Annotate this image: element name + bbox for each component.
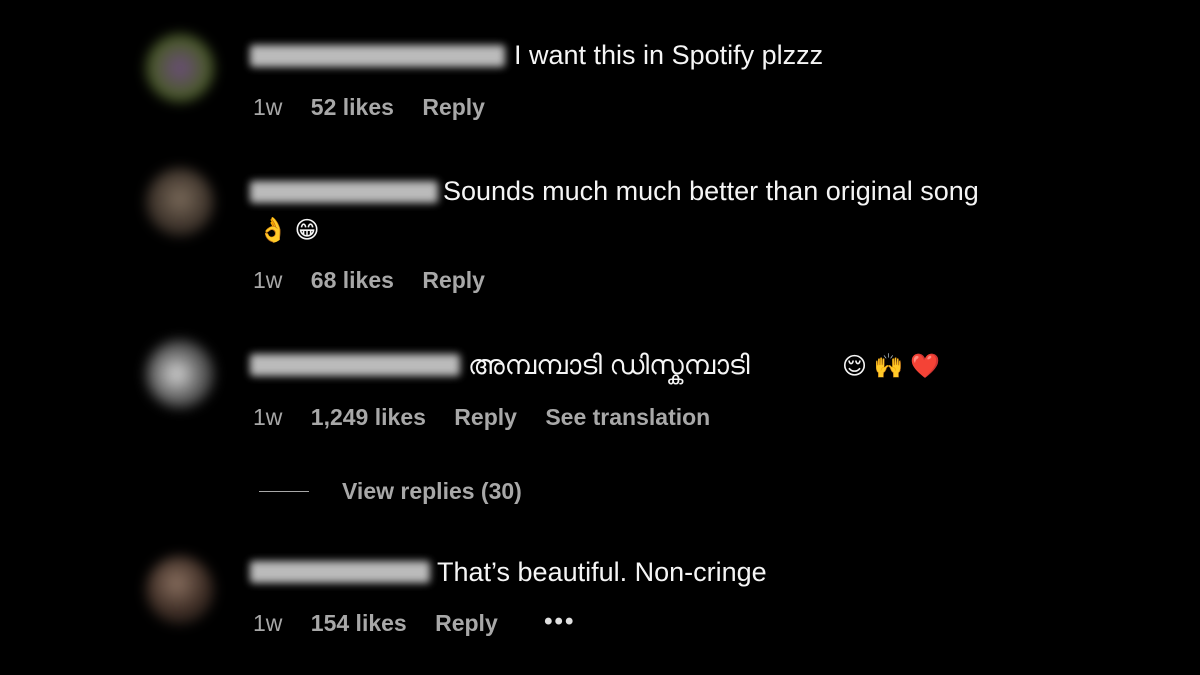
comment-text: അമ്പമ്പാടി ഡിസ്കമ്പാടി (468, 350, 750, 380)
reply-button[interactable]: Reply (422, 94, 485, 120)
reply-button[interactable]: Reply (435, 610, 498, 636)
likes-count[interactable]: 68 likes (311, 267, 394, 293)
comment-time: 1w (253, 267, 283, 293)
comment-meta: 1w 1,249 likes Reply See translation (253, 404, 732, 431)
avatar[interactable] (146, 340, 214, 408)
likes-count[interactable]: 1,249 likes (311, 404, 426, 430)
username-blurred[interactable] (250, 181, 438, 203)
comment-time: 1w (253, 610, 283, 636)
see-translation-button[interactable]: See translation (545, 404, 710, 430)
comment-emojis: 👌 😁 (258, 217, 320, 244)
comment-meta: 1w 52 likes Reply (253, 94, 507, 121)
comment-time: 1w (253, 94, 283, 120)
comment-emojis: 😌 🙌 ❤️ (842, 353, 941, 380)
comment-meta: 1w 154 likes Reply ••• (253, 608, 597, 638)
avatar[interactable] (146, 556, 214, 624)
avatar[interactable] (146, 34, 214, 102)
avatar[interactable] (146, 168, 214, 236)
view-replies-label: View replies (30) (342, 477, 522, 504)
comment-text: That’s beautiful. Non-cringe (437, 557, 767, 587)
more-options-icon[interactable]: ••• (544, 608, 575, 635)
comment-time: 1w (253, 404, 283, 430)
comment-text: Sounds much much better than original so… (443, 176, 979, 206)
reply-button[interactable]: Reply (454, 404, 517, 430)
username-blurred[interactable] (250, 354, 460, 376)
username-blurred[interactable] (250, 45, 505, 67)
likes-count[interactable]: 52 likes (311, 94, 394, 120)
reply-button[interactable]: Reply (422, 267, 485, 293)
comment-meta: 1w 68 likes Reply (253, 267, 507, 294)
comment-text: I want this in Spotify plzzz (514, 40, 824, 70)
view-replies-button[interactable]: View replies (30) (259, 476, 522, 506)
divider-line (259, 490, 309, 492)
likes-count[interactable]: 154 likes (311, 610, 407, 636)
username-blurred[interactable] (250, 561, 430, 583)
